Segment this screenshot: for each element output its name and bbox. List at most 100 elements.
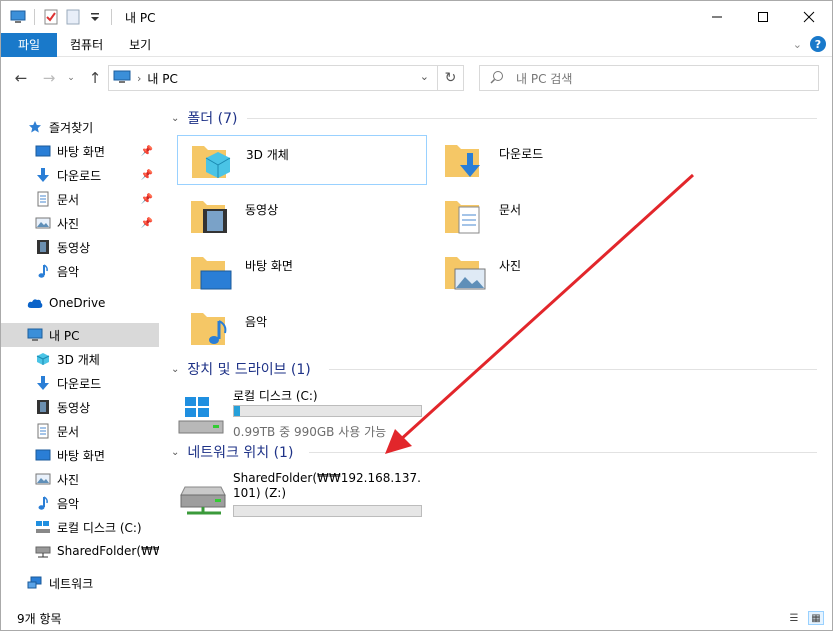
- folder-music[interactable]: 음악: [177, 303, 427, 353]
- chevron-down-icon[interactable]: ⌄: [171, 364, 179, 375]
- nav-quick-access[interactable]: 즐겨찾기: [1, 115, 159, 139]
- drive-local-disk-c[interactable]: 로컬 디스크 (C:) 0.99TB 중 990GB 사용 가능: [167, 385, 422, 445]
- nav-label: 동영상: [57, 240, 91, 255]
- nav-this-pc[interactable]: 내 PC: [1, 323, 159, 347]
- nav-label: OneDrive: [49, 296, 106, 310]
- nav-item-desktop[interactable]: 바탕 화면: [1, 443, 159, 467]
- nav-item-downloads[interactable]: 다운로드 📌: [1, 163, 159, 187]
- properties-icon[interactable]: [42, 9, 60, 25]
- folder-label: 바탕 화면: [245, 259, 293, 273]
- title-bar: 내 PC: [1, 1, 832, 33]
- pin-icon[interactable]: 📌: [141, 194, 153, 205]
- nav-item-documents[interactable]: 문서 📌: [1, 187, 159, 211]
- folder-label: 사진: [499, 259, 522, 273]
- chevron-down-icon[interactable]: ⌄: [171, 113, 179, 124]
- pin-icon[interactable]: 📌: [141, 218, 153, 229]
- details-view-icon[interactable]: ☰: [786, 611, 802, 625]
- recent-locations-icon[interactable]: ⌄: [59, 66, 83, 90]
- nav-label: SharedFolder(₩₩19: [57, 544, 159, 558]
- nav-label: 문서: [57, 192, 80, 207]
- navigation-row: ← → ⌄ ↑ › 내 PC ⌄ ↻ 내 PC 검색: [1, 61, 832, 95]
- help-icon[interactable]: ?: [810, 36, 826, 52]
- nav-label: 문서: [57, 424, 80, 439]
- drive-free-space: 0.99TB 중 990GB 사용 가능: [233, 425, 387, 439]
- address-dropdown-icon[interactable]: ⌄: [420, 70, 429, 83]
- pictures-icon: [35, 471, 51, 487]
- pin-icon[interactable]: 📌: [141, 170, 153, 181]
- group-header-folders[interactable]: ⌄ 폴더 (7): [167, 107, 827, 129]
- nav-item-3d-objects[interactable]: 3D 개체: [1, 347, 159, 371]
- group-header-devices[interactable]: ⌄ 장치 및 드라이브 (1): [167, 358, 827, 380]
- forward-button[interactable]: →: [37, 66, 61, 90]
- computer-icon[interactable]: [9, 9, 27, 25]
- folder-videos-icon: [189, 193, 233, 237]
- group-title: 장치 및 드라이브 (1): [187, 362, 311, 378]
- folder-pictures-icon: [443, 249, 487, 293]
- network-drive-icon: [35, 543, 51, 559]
- tab-file[interactable]: 파일: [1, 32, 57, 57]
- nav-item-music[interactable]: 음악: [1, 259, 159, 283]
- search-icon: [490, 70, 504, 87]
- nav-label: 음악: [57, 496, 80, 511]
- folder-label: 문서: [499, 203, 522, 217]
- nav-item-videos[interactable]: 동영상: [1, 235, 159, 259]
- up-button[interactable]: ↑: [83, 66, 107, 90]
- nav-item-pictures[interactable]: 사진: [1, 467, 159, 491]
- minimize-button[interactable]: [694, 1, 740, 32]
- nav-network[interactable]: 네트워크: [1, 571, 159, 595]
- folder-videos[interactable]: 동영상: [177, 191, 427, 241]
- computer-icon: [113, 70, 131, 87]
- network-icon: [27, 575, 43, 591]
- large-icons-view-icon[interactable]: ▦: [808, 611, 824, 625]
- tab-computer[interactable]: 컴퓨터: [57, 33, 116, 57]
- folder-3d-objects[interactable]: 3D 개체: [177, 135, 427, 185]
- new-folder-icon[interactable]: [64, 9, 82, 25]
- breadcrumb[interactable]: 내 PC: [147, 70, 177, 87]
- nav-item-shared-folder[interactable]: SharedFolder(₩₩19: [1, 539, 159, 563]
- folder-pictures[interactable]: 사진: [431, 247, 681, 297]
- nav-item-desktop[interactable]: 바탕 화면 📌: [1, 139, 159, 163]
- toolbar-divider: [34, 9, 35, 25]
- network-location-shared-folder[interactable]: SharedFolder(₩₩192.168.137.101) (Z:): [167, 471, 427, 531]
- chevron-down-icon[interactable]: ⌄: [171, 447, 179, 458]
- folder-downloads[interactable]: 다운로드: [431, 135, 681, 185]
- back-button[interactable]: ←: [9, 66, 33, 90]
- group-header-network[interactable]: ⌄ 네트워크 위치 (1): [167, 441, 827, 463]
- nav-label: 다운로드: [57, 376, 102, 391]
- nav-label: 바탕 화면: [57, 448, 105, 463]
- toolbar-divider: [111, 9, 112, 25]
- nav-label: 사진: [57, 472, 80, 487]
- nav-label: 사진: [57, 216, 80, 231]
- nav-item-videos[interactable]: 동영상: [1, 395, 159, 419]
- expand-ribbon-icon[interactable]: ⌄: [793, 38, 802, 51]
- nav-label: 바탕 화면: [57, 144, 105, 159]
- pin-icon[interactable]: 📌: [141, 146, 153, 157]
- customize-dropdown-icon[interactable]: [86, 9, 104, 25]
- nav-item-local-disk[interactable]: 로컬 디스크 (C:): [1, 515, 159, 539]
- nav-onedrive[interactable]: OneDrive: [1, 291, 159, 315]
- folder-label: 음악: [245, 315, 268, 329]
- folder-documents[interactable]: 문서: [431, 191, 681, 241]
- windows-drive-icon: [35, 519, 51, 535]
- folder-desktop[interactable]: 바탕 화면: [177, 247, 427, 297]
- address-bar[interactable]: › 내 PC ⌄: [108, 65, 438, 91]
- nav-item-documents[interactable]: 문서: [1, 419, 159, 443]
- search-input[interactable]: 내 PC 검색: [479, 65, 819, 91]
- group-title: 폴더 (7): [187, 111, 238, 127]
- nav-item-pictures[interactable]: 사진 📌: [1, 211, 159, 235]
- maximize-button[interactable]: [740, 1, 786, 32]
- star-icon: [27, 119, 43, 135]
- refresh-button[interactable]: ↻: [438, 65, 464, 91]
- nav-item-downloads[interactable]: 다운로드: [1, 371, 159, 395]
- nav-label: 다운로드: [57, 168, 102, 183]
- nav-item-music[interactable]: 음악: [1, 491, 159, 515]
- window-title: 내 PC: [125, 10, 156, 25]
- folder-label: 3D 개체: [246, 148, 289, 162]
- nav-label: 음악: [57, 264, 80, 279]
- breadcrumb-chevron-icon[interactable]: ›: [137, 72, 141, 85]
- close-button[interactable]: [786, 1, 832, 32]
- music-note-icon: [35, 263, 51, 279]
- explorer-window: 내 PC 파일 컴퓨터 보기 ⌄ ? ← → ⌄ ↑ › 내 PC ⌄ ↻ 내 …: [0, 0, 833, 631]
- tab-view[interactable]: 보기: [116, 33, 164, 57]
- drive-usage-fill: [234, 406, 240, 416]
